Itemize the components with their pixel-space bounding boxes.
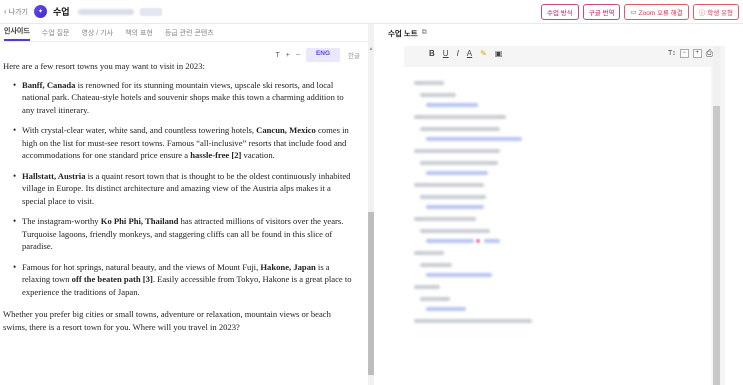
redacted-line	[420, 229, 490, 233]
highlight-icon[interactable]: ✎	[480, 49, 487, 58]
list-item: The instagram-worthy Ko Phi Phi, Thailan…	[11, 215, 353, 253]
image-icon[interactable]: ▣	[495, 49, 503, 58]
text-size-icon: T↕	[668, 49, 676, 57]
redacted-link	[484, 239, 500, 243]
redacted-link	[426, 307, 466, 311]
back-button[interactable]: ‹ 나가기	[4, 7, 34, 17]
list-item: Hallstatt, Austria is a quaint resort to…	[11, 170, 353, 208]
redacted-line	[414, 217, 476, 221]
font-increase-button[interactable]: +	[286, 52, 290, 59]
redacted-line	[420, 195, 486, 199]
redacted-link	[426, 205, 484, 209]
redacted-line	[420, 263, 452, 267]
article-intro: Here are a few resort towns you may want…	[3, 61, 205, 71]
tab-video-article[interactable]: 영상 / 기사	[81, 28, 113, 41]
left-pane: 인사이드 수업 질문 영상 / 기사 책의 표현 등급 관련 콘텐츠 T + −…	[0, 24, 368, 385]
redacted-info	[77, 8, 134, 15]
underline-button[interactable]: U	[443, 49, 449, 58]
left-scroll-thumb[interactable]	[368, 212, 374, 375]
scroll-up-arrow[interactable]: ▲	[368, 46, 374, 52]
lesson-method-button[interactable]: 수업 방식	[540, 4, 579, 20]
text-size-decrease-button[interactable]: −	[679, 48, 689, 58]
external-link-icon[interactable]: ⧉	[422, 29, 427, 37]
print-icon[interactable]: ⎙	[706, 48, 713, 59]
list-item: With crystal-clear water, white sand, an…	[11, 124, 353, 162]
redacted-line	[414, 251, 444, 255]
redacted-line	[414, 319, 532, 323]
tab-insight[interactable]: 인사이드	[4, 26, 30, 41]
bold-button[interactable]: B	[429, 49, 435, 58]
tab-book-expressions[interactable]: 책의 표현	[125, 28, 153, 41]
list-item: Famous for hot springs, natural beauty, …	[11, 261, 353, 299]
notes-editor: B U I A ✎ ▣ T↕ − + ⎙	[404, 46, 725, 385]
redacted-line	[414, 285, 440, 289]
alert-icon: ⓘ	[698, 10, 706, 17]
camera-icon: ▭	[630, 9, 637, 16]
article-outro: Whether you prefer big cities or small t…	[3, 309, 331, 332]
top-bar: ‹ 나가기 ✦ 수업 수업 방식 구글 번역 ▭ Zoom 오류 해결 ⓘ 학생…	[0, 0, 743, 24]
redacted-badge	[139, 7, 162, 16]
right-pane: 수업 노트 ⧉ B U I A ✎ ▣ T↕ − + ⎙	[384, 24, 743, 385]
redacted-link	[426, 137, 522, 141]
redacted-line	[414, 149, 500, 153]
resort-list: Banff, Canada is renowned for its stunni…	[11, 79, 353, 299]
text-size-increase-button[interactable]: +	[692, 48, 702, 58]
italic-button[interactable]: I	[457, 49, 459, 58]
tab-level-content[interactable]: 등급 관련 콘텐츠	[165, 28, 214, 41]
student-type-button[interactable]: ⓘ 학생 유형	[692, 4, 739, 20]
redacted-line	[420, 127, 500, 131]
redacted-line	[414, 183, 484, 187]
chevron-left-icon: ‹	[4, 7, 7, 16]
redacted-link	[426, 239, 474, 243]
highlight-mark	[476, 239, 480, 243]
redacted-line	[414, 115, 506, 119]
notes-title: 수업 노트	[388, 28, 418, 38]
tab-class-questions[interactable]: 수업 질문	[42, 28, 70, 41]
redacted-line	[414, 81, 444, 85]
zoom-fix-button[interactable]: ▭ Zoom 오류 해결	[624, 4, 689, 20]
font-decrease-button[interactable]: −	[296, 52, 300, 59]
top-buttons: 수업 방식 구글 번역 ▭ Zoom 오류 해결 ⓘ 학생 유형	[540, 4, 739, 20]
notes-scroll-thumb[interactable]	[713, 106, 720, 385]
back-label: 나가기	[8, 8, 28, 16]
font-color-button[interactable]: A	[467, 49, 472, 58]
redacted-link	[426, 171, 488, 175]
redacted-link	[426, 103, 478, 107]
left-tabs: 인사이드 수업 질문 영상 / 기사 책의 표현 등급 관련 콘텐츠	[0, 24, 368, 42]
app-logo: ✦	[34, 5, 47, 18]
notes-header: 수업 노트 ⧉	[384, 24, 743, 42]
article-body: Here are a few resort towns you may want…	[3, 60, 353, 333]
redacted-link	[426, 273, 492, 277]
redacted-line	[420, 297, 450, 301]
editor-toolbar: B U I A ✎ ▣ T↕ − + ⎙	[404, 46, 725, 60]
page-title: 수업	[53, 7, 70, 17]
google-translate-button[interactable]: 구글 번역	[582, 4, 621, 20]
notes-content[interactable]	[404, 67, 711, 385]
font-size-icon: T	[275, 51, 280, 59]
redacted-line	[420, 93, 456, 97]
redacted-line	[420, 161, 498, 165]
list-item: Banff, Canada is renowned for its stunni…	[11, 79, 353, 117]
